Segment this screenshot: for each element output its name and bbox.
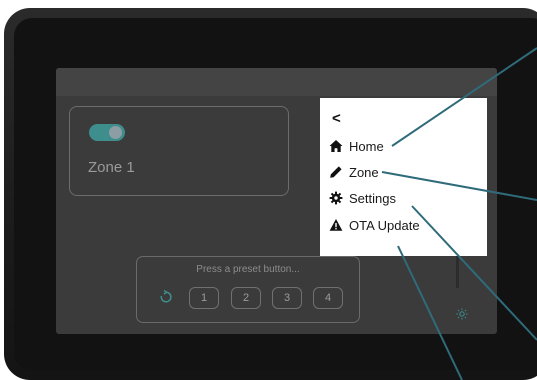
preset-button-4[interactable]: 4 [313, 287, 343, 309]
menu-item-ota-update[interactable]: OTA Update [329, 216, 420, 234]
preset-hint: Press a preset button... [196, 264, 300, 275]
menu-item-home[interactable]: Home [329, 137, 384, 155]
preset-button-1[interactable]: 1 [189, 287, 219, 309]
top-bar [56, 68, 497, 96]
gear-icon [329, 191, 343, 205]
menu-item-settings[interactable]: Settings [329, 189, 396, 207]
zone-card[interactable]: Zone 1 [69, 106, 289, 196]
warning-icon [329, 219, 343, 231]
toggle-knob [109, 126, 122, 139]
touch-screen: Zone 1 Press a preset button... 1 2 3 4 … [56, 68, 497, 334]
menu-back-button[interactable]: < [332, 110, 341, 127]
preset-button-2[interactable]: 2 [231, 287, 261, 309]
brightness-icon[interactable] [456, 308, 468, 320]
menu-item-label: Zone [349, 164, 379, 180]
zone-toggle[interactable] [89, 124, 125, 141]
menu-item-label: Home [349, 138, 384, 154]
menu-item-label: OTA Update [349, 217, 420, 233]
pencil-icon [330, 166, 342, 178]
navigation-menu: < Home Zone Settings OTA Update [320, 98, 487, 256]
preset-button-3[interactable]: 3 [272, 287, 302, 309]
menu-item-label: Settings [349, 190, 396, 206]
zone-label: Zone 1 [88, 159, 135, 176]
home-icon [329, 140, 343, 152]
preset-panel: Press a preset button... 1 2 3 4 [136, 256, 360, 323]
reset-icon[interactable] [159, 290, 173, 304]
menu-item-zone[interactable]: Zone [329, 163, 379, 181]
